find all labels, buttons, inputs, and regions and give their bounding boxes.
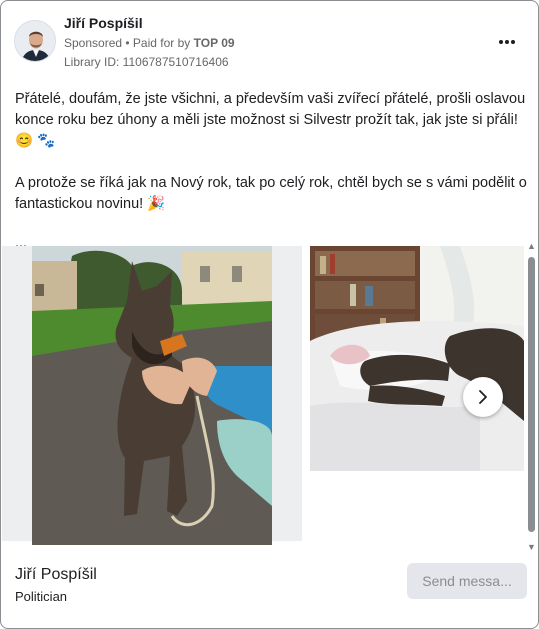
sponsored-label: Sponsored — [64, 36, 123, 50]
dog-on-leash-photo — [32, 246, 272, 545]
post-text: Přátelé, doufám, že jste všichni, a před… — [15, 89, 527, 250]
carousel-next-button[interactable] — [463, 377, 503, 417]
more-icon — [499, 40, 515, 44]
footer-page-category: Politician — [15, 589, 68, 604]
author-name[interactable]: Jiří Pospíšil — [64, 15, 143, 31]
post-paragraph: A protože se říká jak na Nový rok, tak p… — [15, 175, 527, 212]
ad-meta: Sponsored • Paid for by TOP 09 — [64, 36, 235, 50]
image-carousel[interactable] — [2, 246, 524, 546]
paid-by-name[interactable]: TOP 09 — [194, 36, 235, 50]
send-message-button[interactable]: Send messa... — [407, 563, 527, 599]
paid-by-prefix: • Paid for by — [122, 36, 194, 50]
scroll-down-arrow-icon[interactable]: ▼ — [527, 542, 536, 552]
carousel-slide[interactable] — [310, 246, 524, 471]
scrollbar-thumb[interactable] — [528, 257, 535, 532]
ad-card: Jiří Pospíšil Sponsored • Paid for by TO… — [0, 0, 539, 629]
scroll-up-arrow-icon[interactable]: ▲ — [527, 241, 536, 251]
more-options-button[interactable] — [496, 31, 518, 53]
footer-page-name[interactable]: Jiří Pospíšil — [15, 566, 97, 584]
profile-photo-icon — [15, 21, 55, 61]
library-id: Library ID: 1106787510716406 — [64, 55, 229, 69]
post-paragraph: Přátelé, doufám, že jste všichni, a před… — [15, 91, 526, 149]
avatar[interactable] — [14, 20, 56, 62]
chevron-right-icon — [479, 390, 487, 404]
dog-sleeping-on-bed-photo — [310, 246, 524, 471]
carousel-slide[interactable] — [2, 246, 302, 545]
